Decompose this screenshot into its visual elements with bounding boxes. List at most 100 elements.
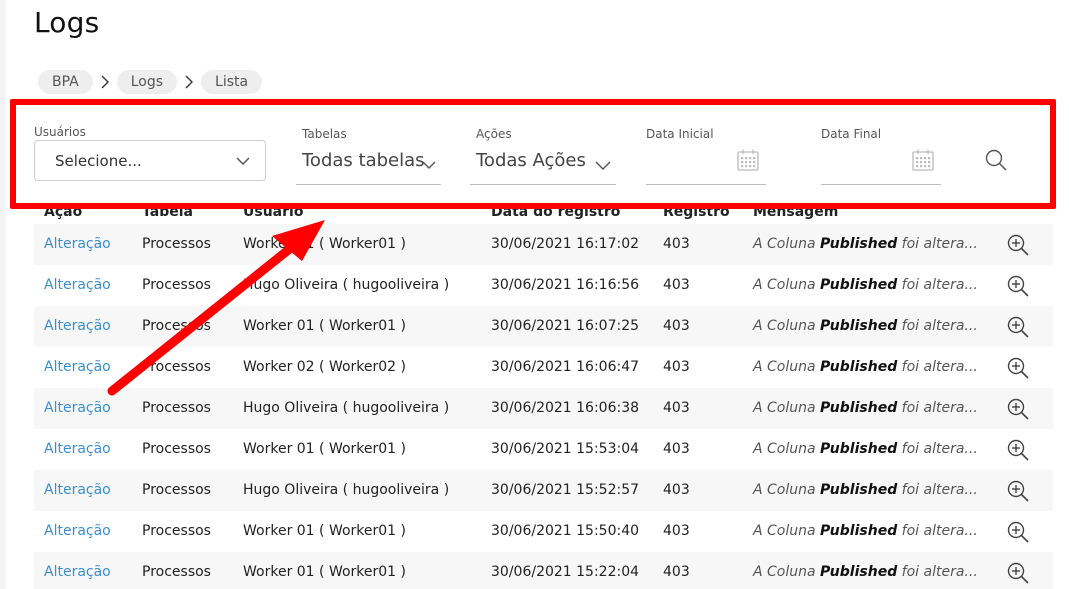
table-row: Alteração Processos Hugo Oliveira ( hugool… (34, 265, 1053, 306)
cell-data: 30/06/2021 16:07:25 (491, 318, 640, 334)
mensagem-text: foi altera... (901, 236, 978, 252)
cell-data: 30/06/2021 15:22:04 (491, 564, 640, 580)
cell-acao[interactable]: Alteração (44, 224, 111, 265)
zoom-in-icon[interactable] (1006, 397, 1030, 421)
cell-tabela: Processos (142, 564, 211, 580)
cell-usuario: Worker 02 ( Worker02 ) (243, 359, 406, 375)
cell-registro: 403 (663, 277, 690, 293)
cell-mensagem: A Coluna Published foi altera... (753, 388, 978, 429)
cell-acao[interactable]: Alteração (44, 306, 111, 347)
cell-acao[interactable]: Alteração (44, 552, 111, 589)
mensagem-text: foi altera... (901, 400, 978, 416)
left-edge (0, 0, 6, 589)
mensagem-text: A Coluna (753, 359, 816, 375)
mensagem-text: foi altera... (901, 523, 978, 539)
page-title: Logs (34, 6, 100, 39)
mensagem-text: A Coluna (753, 318, 816, 334)
cell-mensagem: A Coluna Published foi altera... (753, 552, 978, 589)
chevron-right-icon (177, 70, 201, 94)
cell-acao[interactable]: Alteração (44, 511, 111, 552)
cell-tabela: Processos (142, 441, 211, 457)
zoom-in-icon[interactable] (1006, 438, 1030, 462)
table-row: Alteração Processos Worker 01 ( Worker01 )… (34, 429, 1053, 470)
cell-tabela: Processos (142, 523, 211, 539)
mensagem-column-name: Published (820, 482, 898, 498)
zoom-in-icon[interactable] (1006, 274, 1030, 298)
mensagem-text: foi altera... (901, 564, 978, 580)
table-row: Alteração Processos Worker 01 ( Worker01 )… (34, 552, 1053, 589)
cell-registro: 403 (663, 236, 690, 252)
cell-data: 30/06/2021 15:52:57 (491, 482, 640, 498)
zoom-in-icon[interactable] (1006, 520, 1030, 544)
cell-mensagem: A Coluna Published foi altera... (753, 265, 978, 306)
cell-registro: 403 (663, 359, 690, 375)
mensagem-text: A Coluna (753, 441, 816, 457)
mensagem-text: foi altera... (901, 277, 978, 293)
cell-registro: 403 (663, 441, 690, 457)
mensagem-text: A Coluna (753, 523, 816, 539)
mensagem-text: foi altera... (901, 359, 978, 375)
breadcrumb-item-bpa[interactable]: BPA (38, 70, 93, 94)
table-row: Alteração Processos Worker 02 ( Worker02 )… (34, 347, 1053, 388)
mensagem-column-name: Published (820, 277, 898, 293)
cell-mensagem: A Coluna Published foi altera... (753, 429, 978, 470)
table-row: Alteração Processos Hugo Oliveira ( hugool… (34, 470, 1053, 511)
cell-usuario: Hugo Oliveira ( hugooliveira ) (243, 400, 450, 416)
mensagem-column-name: Published (820, 318, 898, 334)
cell-acao[interactable]: Alteração (44, 470, 111, 511)
cell-data: 30/06/2021 16:06:38 (491, 400, 640, 416)
mensagem-column-name: Published (820, 564, 898, 580)
table-row: Alteração Processos Worker 01 ( Worker01 )… (34, 511, 1053, 552)
cell-acao[interactable]: Alteração (44, 347, 111, 388)
mensagem-column-name: Published (820, 400, 898, 416)
cell-tabela: Processos (142, 318, 211, 334)
cell-mensagem: A Coluna Published foi altera... (753, 347, 978, 388)
mensagem-text: A Coluna (753, 400, 816, 416)
cell-tabela: Processos (142, 236, 211, 252)
cell-tabela: Processos (142, 277, 211, 293)
cell-registro: 403 (663, 523, 690, 539)
cell-tabela: Processos (142, 359, 211, 375)
cell-usuario: Worker 01 ( Worker01 ) (243, 318, 406, 334)
mensagem-column-name: Published (820, 359, 898, 375)
cell-registro: 403 (663, 482, 690, 498)
breadcrumb-item-logs[interactable]: Logs (116, 70, 178, 94)
mensagem-text: foi altera... (901, 318, 978, 334)
breadcrumb: BPA Logs Lista (38, 70, 263, 94)
cell-data: 30/06/2021 16:06:47 (491, 359, 640, 375)
cell-data: 30/06/2021 15:53:04 (491, 441, 640, 457)
table-row: Alteração Processos Hugo Oliveira ( hugool… (34, 388, 1053, 429)
mensagem-text: A Coluna (753, 236, 816, 252)
table-row: Alteração Processos Worker 01 ( Worker01 )… (34, 306, 1053, 347)
mensagem-text: A Coluna (753, 482, 816, 498)
cell-mensagem: A Coluna Published foi altera... (753, 470, 978, 511)
zoom-in-icon[interactable] (1006, 356, 1030, 380)
cell-mensagem: A Coluna Published foi altera... (753, 306, 978, 347)
zoom-in-icon[interactable] (1006, 233, 1030, 257)
cell-data: 30/06/2021 16:17:02 (491, 236, 640, 252)
cell-data: 30/06/2021 15:50:40 (491, 523, 640, 539)
zoom-in-icon[interactable] (1006, 479, 1030, 503)
cell-acao[interactable]: Alteração (44, 429, 111, 470)
cell-acao[interactable]: Alteração (44, 265, 111, 306)
zoom-in-icon[interactable] (1006, 315, 1030, 339)
cell-tabela: Processos (142, 482, 211, 498)
cell-mensagem: A Coluna Published foi altera... (753, 224, 978, 265)
table-row: Alteração Processos Worker 01 ( Worker01 )… (34, 224, 1053, 265)
cell-usuario: Hugo Oliveira ( hugooliveira ) (243, 277, 450, 293)
breadcrumb-item-lista[interactable]: Lista (201, 70, 263, 94)
mensagem-column-name: Published (820, 236, 898, 252)
mensagem-text: A Coluna (753, 277, 816, 293)
mensagem-text: foi altera... (901, 441, 978, 457)
zoom-in-icon[interactable] (1006, 561, 1030, 585)
cell-acao[interactable]: Alteração (44, 388, 111, 429)
mensagem-text: A Coluna (753, 564, 816, 580)
cell-mensagem: A Coluna Published foi altera... (753, 511, 978, 552)
cell-usuario: Worker 01 ( Worker01 ) (243, 441, 406, 457)
annotation-highlight-box (10, 99, 1056, 209)
cell-usuario: Worker 01 ( Worker01 ) (243, 523, 406, 539)
chevron-right-icon (93, 70, 117, 94)
cell-registro: 403 (663, 564, 690, 580)
cell-usuario: Hugo Oliveira ( hugooliveira ) (243, 482, 450, 498)
mensagem-column-name: Published (820, 441, 898, 457)
